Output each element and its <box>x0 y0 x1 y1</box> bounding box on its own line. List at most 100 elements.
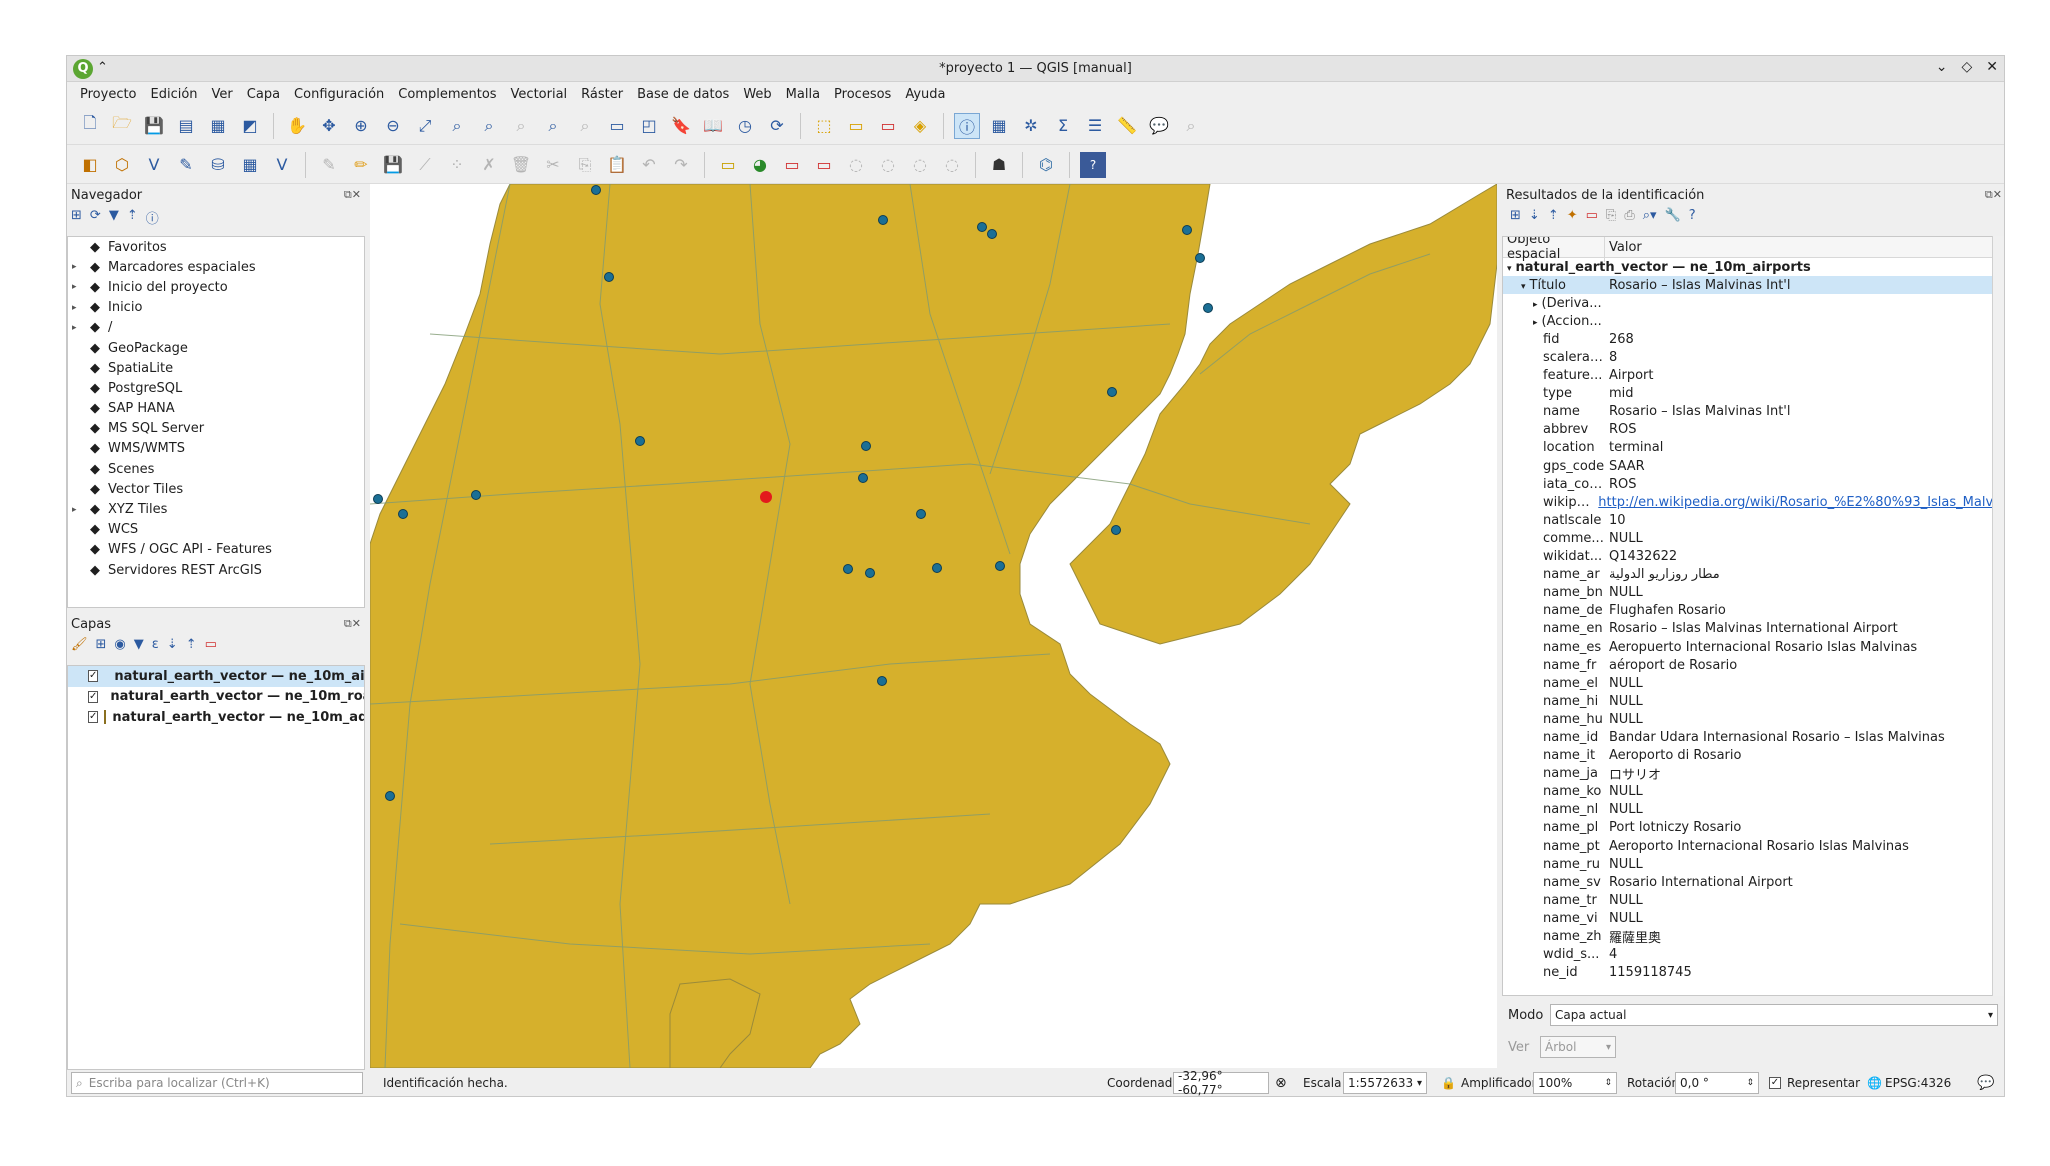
collapse-all-icon[interactable]: ⇡ <box>127 208 138 227</box>
airport-point[interactable] <box>861 441 871 451</box>
attribute-row[interactable]: name_de Flughafen Rosario <box>1503 602 2004 620</box>
attribute-row[interactable]: name_ja ロサリオ <box>1503 765 2004 783</box>
navigator-item[interactable]: ◆ SpatiaLite <box>68 358 364 378</box>
cut-features-icon[interactable]: ✂ <box>540 152 566 178</box>
print-icon[interactable]: ⎙ <box>1624 208 1634 223</box>
column-header-feature[interactable]: Objeto espacial <box>1503 237 1605 262</box>
airport-point[interactable] <box>987 229 997 239</box>
menu-ayuda[interactable]: Ayuda <box>898 83 952 107</box>
attribute-row[interactable]: name_fr aéroport de Rosario <box>1503 656 2004 674</box>
toggle-editing-icon[interactable]: ✏ <box>348 152 374 178</box>
copy-features-icon[interactable]: ⎘ <box>572 152 598 178</box>
locate-icon[interactable]: ⌕ <box>1178 113 1204 139</box>
style-manager-icon[interactable]: ◩ <box>237 113 263 139</box>
airport-point[interactable] <box>635 436 645 446</box>
map-canvas[interactable] <box>370 184 1497 1068</box>
attribute-row[interactable]: comme... NULL <box>1503 529 2004 547</box>
save-project-icon[interactable]: 💾 <box>141 113 167 139</box>
pin-labels-icon[interactable]: ▭ <box>811 152 837 178</box>
digitize-icon[interactable]: ⟋ <box>412 152 438 178</box>
identify-mode-icon[interactable]: ⌕▾ <box>1643 208 1657 223</box>
layer-item[interactable]: ✓ natural_earth_vector — ne_10m_air <box>68 666 364 687</box>
airport-point[interactable] <box>1107 387 1117 397</box>
refresh-icon[interactable]: ⟳ <box>90 208 101 227</box>
messages-icon[interactable]: 💬 <box>1977 1075 1994 1091</box>
new-print-layout-icon[interactable]: ▤ <box>173 113 199 139</box>
airport-point[interactable] <box>877 676 887 686</box>
navigator-item[interactable]: ◆ PostgreSQL <box>68 378 364 398</box>
temporal-controller-icon[interactable]: ◷ <box>732 113 758 139</box>
attribute-row[interactable]: name Rosario – Islas Malvinas Int'l <box>1503 403 2004 421</box>
zoom-in-icon[interactable]: ⊕ <box>348 113 374 139</box>
attribute-row[interactable]: name_hi NULL <box>1503 692 2004 710</box>
zoom-native-icon[interactable]: ⌕ <box>508 113 534 139</box>
airport-point[interactable] <box>373 494 383 504</box>
attribute-link[interactable]: http://en.wikipedia.org/wiki/Rosario_%E2… <box>1594 495 2004 510</box>
attribute-row[interactable]: name_en Rosario – Islas Malvinas Internat… <box>1503 620 2004 638</box>
mode-select[interactable]: Capa actual ▾ <box>1550 1004 1998 1026</box>
identify-settings-icon[interactable]: 🔧 <box>1665 208 1681 223</box>
menu-edicion[interactable]: Edición <box>144 83 205 107</box>
new-bookmark-icon[interactable]: 🔖 <box>668 113 694 139</box>
refresh-icon[interactable]: ⟳ <box>764 113 790 139</box>
airport-point[interactable] <box>385 791 395 801</box>
airport-point[interactable] <box>604 272 614 282</box>
attribute-row[interactable]: name_sv Rosario International Airport <box>1503 873 2004 891</box>
attribute-row[interactable]: name_tr NULL <box>1503 891 2004 909</box>
new-project-icon[interactable]: 🗋 <box>77 113 103 139</box>
diagram-options-icon[interactable]: ◕ <box>747 152 773 178</box>
attribute-row[interactable]: scalerank 8 <box>1503 348 2004 366</box>
attribute-row[interactable]: name_id Bandar Udara Internasional Rosari… <box>1503 728 2004 746</box>
current-edits-icon[interactable]: ✎ <box>316 152 342 178</box>
lock-scale-icon[interactable]: 🔒 <box>1441 1076 1456 1090</box>
expand-tree-icon[interactable]: ⊞ <box>1510 208 1521 223</box>
add-raster-layer-icon[interactable]: ▦ <box>237 152 263 178</box>
panel-float-close-icon[interactable]: ⧉✕ <box>344 617 361 631</box>
navigator-item[interactable]: ▸ ◆ Marcadores espaciales <box>68 257 364 277</box>
open-project-icon[interactable]: 🗁 <box>109 113 135 139</box>
attribute-row[interactable]: name_ar مطار روزاريو الدولية <box>1503 566 2004 584</box>
attribute-row[interactable]: ne_id 1159118745 <box>1503 964 2004 982</box>
zoom-out-icon[interactable]: ⊖ <box>380 113 406 139</box>
attribute-row[interactable]: natlscale 10 <box>1503 511 2004 529</box>
attribute-row[interactable]: type mid <box>1503 385 2004 403</box>
add-mesh-layer-icon[interactable]: V <box>269 152 295 178</box>
attribute-row[interactable]: name_it Aeroporto di Rosario <box>1503 747 2004 765</box>
feature-title-row[interactable]: ▾ Título Rosario – Islas Malvinas Int'l <box>1503 276 2004 295</box>
airport-point[interactable] <box>471 490 481 500</box>
new-geopackage-layer-icon[interactable]: ⬡ <box>109 152 135 178</box>
attribute-row[interactable]: gps_code SAAR <box>1503 457 2004 475</box>
delete-selected-icon[interactable]: 🗑 <box>508 152 534 178</box>
menu-configuracion[interactable]: Configuración <box>287 83 391 107</box>
menu-base-de-datos[interactable]: Base de datos <box>630 83 736 107</box>
attribute-row[interactable]: name_ko NULL <box>1503 783 2004 801</box>
modify-attributes-icon[interactable]: ✗ <box>476 152 502 178</box>
expand-arrow-icon[interactable]: ▸ <box>72 323 77 333</box>
zoom-to-layer-icon[interactable]: ⌕ <box>476 113 502 139</box>
navigator-item[interactable]: ◆ WMS/WMTS <box>68 439 364 459</box>
menu-procesos[interactable]: Procesos <box>827 83 898 107</box>
menu-raster[interactable]: Ráster <box>574 83 630 107</box>
attribute-row[interactable]: name_hu NULL <box>1503 710 2004 728</box>
navigator-item[interactable]: ◆ Vector Tiles <box>68 479 364 499</box>
layer-visibility-checkbox[interactable]: ✓ <box>88 711 99 724</box>
redo-icon[interactable]: ↷ <box>668 152 694 178</box>
airport-point[interactable] <box>977 222 987 232</box>
airport-point[interactable] <box>1182 225 1192 235</box>
undo-icon[interactable]: ↶ <box>636 152 662 178</box>
select-by-value-icon[interactable]: ▭ <box>843 113 869 139</box>
layer-item[interactable]: ✓ natural_earth_vector — ne_10m_ad <box>68 707 364 728</box>
expand-arrow-icon[interactable]: ▸ <box>72 282 77 292</box>
airport-point[interactable] <box>916 509 926 519</box>
move-label-icon[interactable]: ◌ <box>875 152 901 178</box>
navigator-item[interactable]: ◆ SAP HANA <box>68 399 364 419</box>
menu-ver[interactable]: Ver <box>205 83 240 107</box>
select-by-location-icon[interactable]: ◈ <box>907 113 933 139</box>
pan-icon[interactable]: ✋ <box>284 113 310 139</box>
attribute-row[interactable]: name_el NULL <box>1503 674 2004 692</box>
select-features-icon[interactable]: ⬚ <box>811 113 837 139</box>
airport-point[interactable] <box>858 473 868 483</box>
measure-icon[interactable]: 📏 <box>1114 113 1140 139</box>
copy-feature-icon[interactable]: ⎘ <box>1606 208 1616 223</box>
expand-new-results-icon[interactable]: ✦ <box>1567 208 1578 223</box>
